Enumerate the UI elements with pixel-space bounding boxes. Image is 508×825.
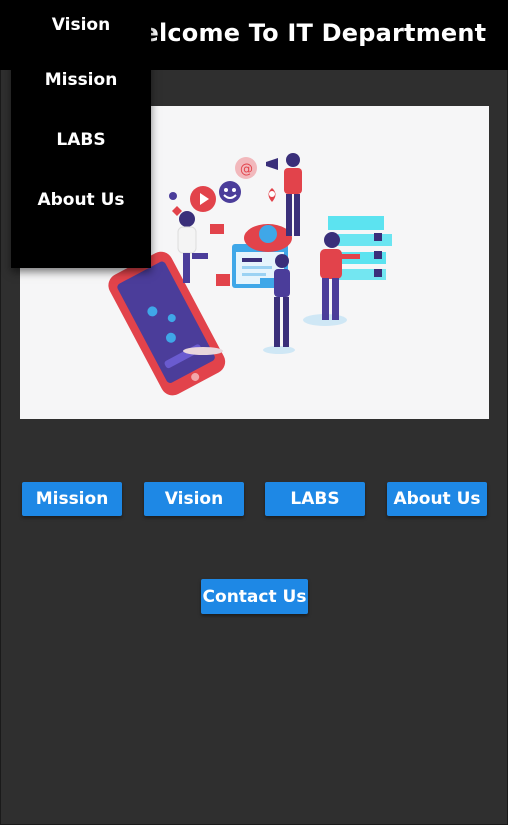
mission-button[interactable]: Mission xyxy=(22,482,122,516)
nav-dropdown-menu: Vision Mission LABS About Us xyxy=(11,0,151,268)
dropdown-item-mission[interactable]: Mission xyxy=(11,50,151,110)
dropdown-item-labs[interactable]: LABS xyxy=(11,110,151,170)
labs-button[interactable]: LABS xyxy=(265,482,365,516)
contact-us-button[interactable]: Contact Us xyxy=(201,579,308,614)
dropdown-item-vision[interactable]: Vision xyxy=(11,0,151,50)
dropdown-item-about[interactable]: About Us xyxy=(11,170,151,230)
vision-button[interactable]: Vision xyxy=(144,482,244,516)
svg-text:@: @ xyxy=(240,162,253,177)
about-us-button[interactable]: About Us xyxy=(387,482,487,516)
